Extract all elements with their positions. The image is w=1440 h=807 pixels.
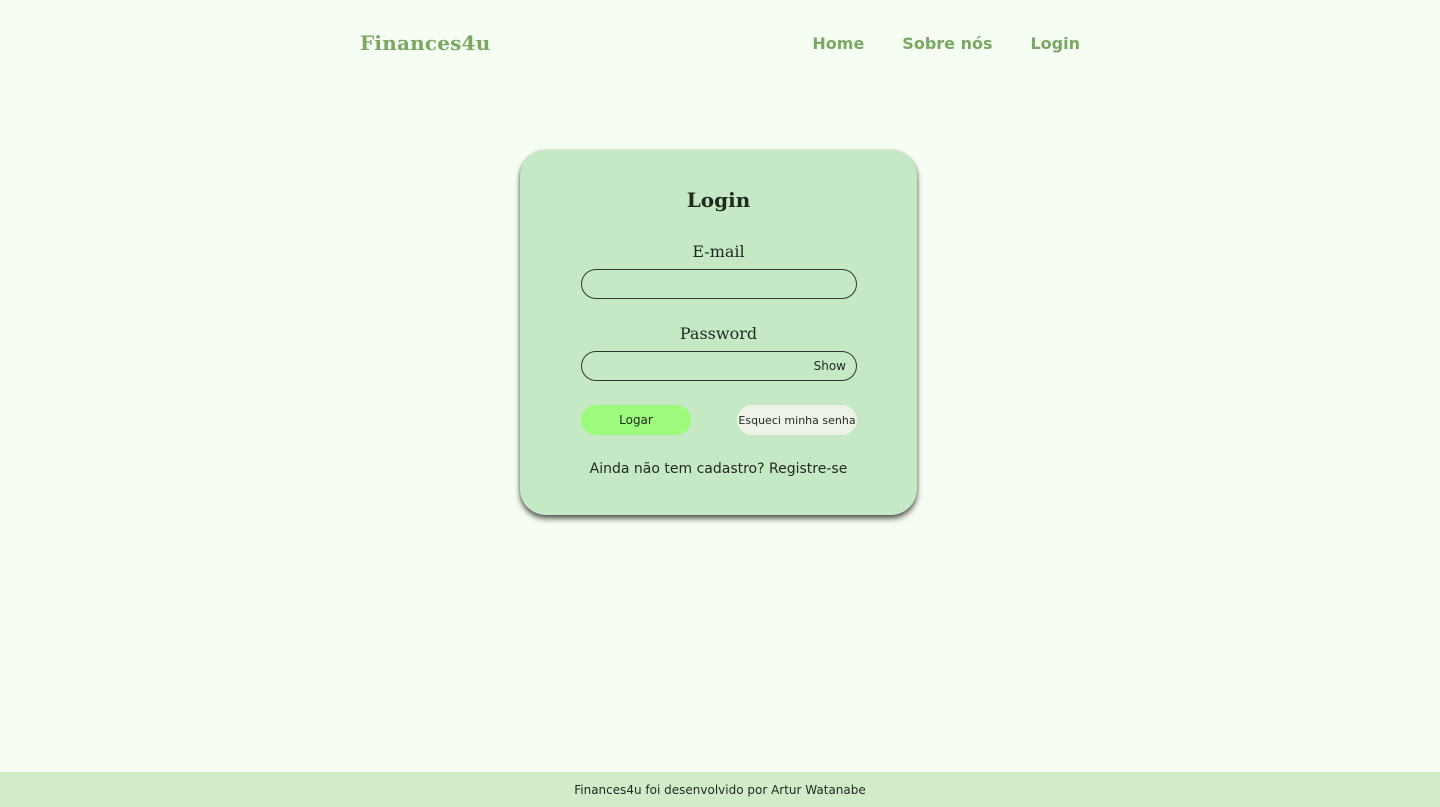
email-input[interactable] [594, 270, 794, 298]
password-label: Password [679, 324, 758, 343]
login-submit-button[interactable]: Logar [581, 405, 691, 435]
site-header: Finances4u Home Sobre nós Login [0, 0, 1440, 90]
footer-credit-text: Finances4u foi desenvolvido por Artur Wa… [574, 783, 866, 797]
register-prompt-text: Ainda não tem cadastro? [589, 461, 765, 477]
main-nav: Home Sobre nós Login [812, 34, 1080, 53]
email-field-wrapper[interactable] [581, 269, 857, 299]
brand-logo[interactable]: Finances4u [360, 31, 490, 55]
forgot-password-button[interactable]: Esqueci minha senha [737, 405, 857, 435]
password-input[interactable] [594, 352, 794, 380]
nav-link-home[interactable]: Home [812, 34, 864, 53]
email-label: E-mail [692, 242, 745, 261]
password-field-wrapper[interactable]: Show [581, 351, 857, 381]
nav-link-sobre-nos[interactable]: Sobre nós [902, 34, 992, 53]
show-password-button[interactable]: Show [814, 359, 846, 373]
site-footer: Finances4u foi desenvolvido por Artur Wa… [0, 772, 1440, 807]
login-card: Login E-mail Password Show Logar Esqueci… [520, 150, 917, 515]
nav-link-login[interactable]: Login [1030, 34, 1080, 53]
register-prompt-line: Ainda não tem cadastro? Registre-se [520, 461, 917, 477]
register-link[interactable]: Registre-se [769, 461, 847, 477]
login-title: Login [686, 188, 751, 212]
